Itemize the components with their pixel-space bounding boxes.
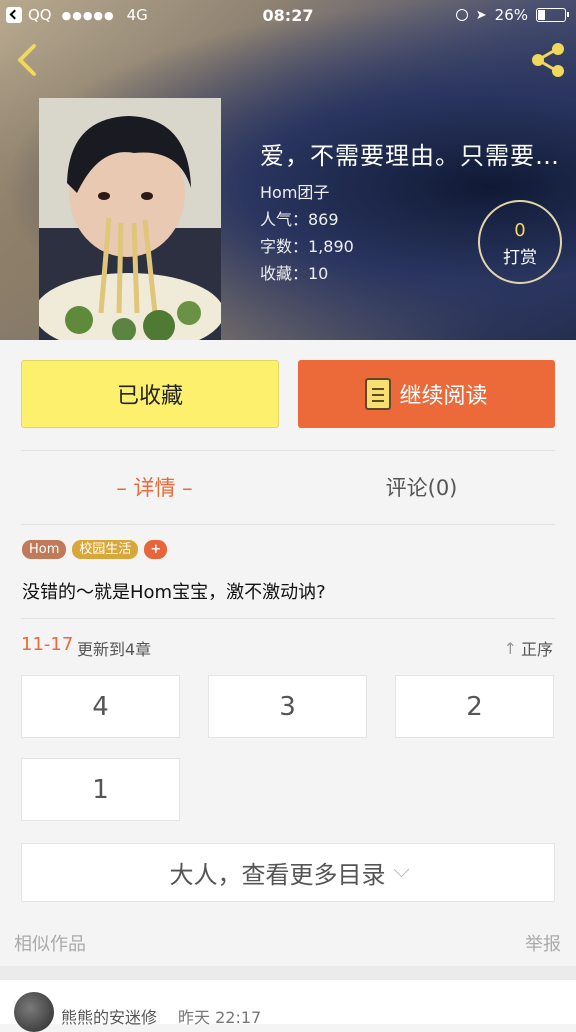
chapter-button[interactable]: 2	[395, 675, 554, 738]
section-separator	[0, 966, 576, 980]
comment-time: 昨天 22:17	[178, 1008, 262, 1027]
chevron-left-icon	[18, 44, 36, 76]
book-description: 没错的～就是Hom宝宝，激不激动讷?	[22, 582, 326, 603]
action-buttons: 已收藏 继续阅读	[21, 360, 555, 428]
avatar[interactable]	[14, 992, 54, 1032]
arrow-up-icon: ↑	[503, 638, 517, 658]
similar-works-label: 相似作品	[14, 934, 86, 955]
report-button[interactable]: 举报	[525, 930, 561, 956]
tag-list: Hom 校园生活 +	[22, 540, 168, 559]
update-info: 11-17 更新到4章 ↑ 正序	[21, 632, 555, 660]
continue-reading-label: 继续阅读	[399, 384, 488, 409]
divider	[21, 450, 555, 451]
orientation-lock-icon	[455, 9, 468, 21]
favorited-button[interactable]: 已收藏	[21, 360, 279, 428]
more-catalog-label: 大人，查看更多目录	[169, 861, 386, 889]
update-text: 更新到4章	[77, 640, 152, 659]
sort-label: 正序	[520, 640, 553, 659]
book-cover-image	[39, 98, 221, 340]
share-button[interactable]	[528, 40, 568, 80]
chevron-down-icon	[393, 861, 409, 878]
battery-percent: 26%	[494, 6, 528, 24]
add-tag-button[interactable]: +	[144, 540, 168, 559]
favorited-label: 已收藏	[116, 384, 183, 409]
tip-button[interactable]: 0 打赏	[478, 200, 562, 284]
location-icon: ➤	[475, 7, 487, 23]
tip-label: 打赏	[503, 248, 537, 268]
chapter-button[interactable]: 4	[21, 675, 180, 738]
comment-username[interactable]: 熊熊的安迷修	[61, 1004, 157, 1028]
book-header: QQ ●●●●● 4G 08:27 ➤ 26% 爱，不需要理由。只需要… Hom…	[0, 0, 576, 340]
tag-hom[interactable]: Hom	[22, 540, 67, 559]
battery-icon	[536, 8, 569, 22]
continue-reading-button[interactable]: 继续阅读	[298, 360, 555, 428]
tab-bar: – 详情 – 评论(0)	[21, 452, 555, 524]
chapter-button[interactable]: 3	[208, 675, 367, 738]
status-bar: QQ ●●●●● 4G 08:27 ➤ 26%	[0, 0, 576, 32]
back-button[interactable]	[12, 40, 48, 80]
tag-campus-life[interactable]: 校园生活	[72, 540, 139, 559]
tab-comments[interactable]: 评论(0)	[288, 452, 555, 524]
share-icon	[532, 43, 564, 77]
status-right: ➤ 26%	[455, 6, 569, 24]
book-title: 爱，不需要理由。只需要…	[260, 142, 560, 170]
more-catalog-button[interactable]: 大人，查看更多目录	[21, 843, 555, 902]
book-icon	[365, 378, 392, 410]
divider	[21, 618, 555, 619]
sort-toggle[interactable]: ↑ 正序	[504, 636, 553, 660]
tab-detail[interactable]: – 详情 –	[21, 452, 288, 524]
comment-item[interactable]: 熊熊的安迷修 昨天 22:17	[0, 980, 576, 1032]
chapter-button[interactable]: 1	[21, 758, 180, 821]
update-date: 11-17	[21, 634, 74, 655]
divider	[21, 524, 555, 525]
tip-count: 0	[514, 220, 526, 241]
